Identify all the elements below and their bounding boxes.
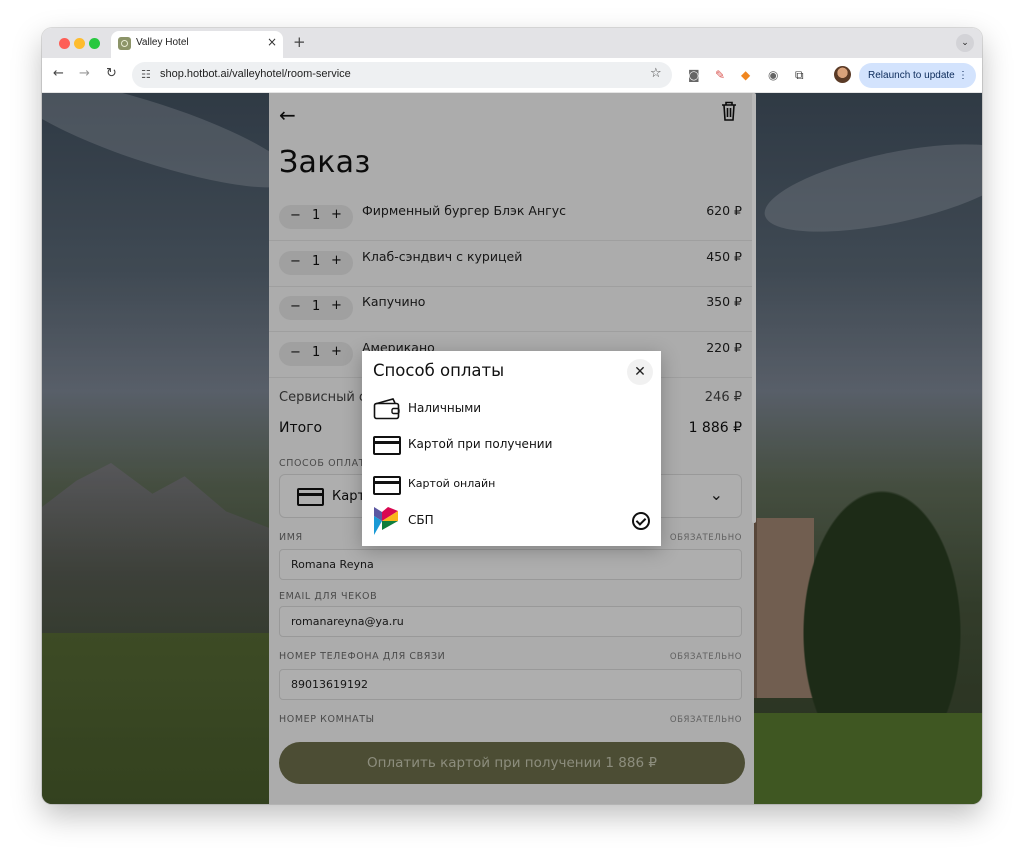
new-tab-button[interactable]: + (293, 33, 306, 51)
hotel-favicon-icon (118, 37, 131, 50)
tab-close-icon[interactable]: × (267, 35, 277, 49)
bookmark-star-icon[interactable]: ☆ (650, 66, 662, 81)
credit-card-icon (373, 436, 401, 455)
minimize-window-button[interactable] (74, 38, 85, 49)
forward-arrow-icon[interactable]: → (79, 66, 90, 81)
tab-strip: Valley Hotel × + ⌄ (42, 28, 982, 58)
option-label: Наличными (408, 401, 482, 415)
extension-icon[interactable]: ◆ (741, 68, 750, 82)
relaunch-to-update-button[interactable]: Relaunch to update ⋮ (859, 63, 976, 88)
reload-icon[interactable]: ↻ (106, 66, 117, 81)
payment-method-dialog: Способ оплаты ✕ Наличными Картой при пол… (362, 351, 661, 546)
payment-option-cash[interactable]: Наличными (362, 392, 661, 426)
url-text[interactable]: shop.hotbot.ai/valleyhotel/room-service (160, 68, 351, 80)
site-info-icon[interactable]: ☷ (141, 68, 151, 81)
payment-option-sbp[interactable]: СБП (362, 504, 661, 538)
browser-toolbar: ← → ↻ ☷ shop.hotbot.ai/valleyhotel/room-… (42, 58, 982, 93)
wallet-icon (373, 398, 400, 420)
credit-card-icon (373, 476, 401, 495)
browser-window: Valley Hotel × + ⌄ ← → ↻ ☷ shop.hotbot.a… (42, 28, 982, 804)
dialog-title: Способ оплаты (373, 361, 505, 380)
more-menu-icon[interactable]: ⋮ (958, 63, 968, 88)
profile-avatar[interactable] (834, 66, 851, 83)
close-window-button[interactable] (59, 38, 70, 49)
camera-icon[interactable]: ◙ (688, 68, 700, 82)
close-icon[interactable]: ✕ (627, 359, 653, 385)
address-bar[interactable]: ☷ shop.hotbot.ai/valleyhotel/room-servic… (132, 62, 672, 88)
selected-check-icon (632, 512, 650, 530)
maximize-window-button[interactable] (89, 38, 100, 49)
relaunch-label: Relaunch to update (868, 70, 955, 81)
puzzle-extensions-icon[interactable]: ⧉ (795, 68, 804, 83)
scrollbar[interactable] (752, 93, 756, 523)
sbp-logo-icon (374, 507, 398, 535)
tab-title: Valley Hotel (136, 37, 189, 48)
option-label: Картой при получении (408, 437, 553, 451)
tab-valley-hotel[interactable]: Valley Hotel × (111, 31, 283, 58)
back-arrow-icon[interactable]: ← (53, 66, 64, 81)
option-label: СБП (408, 513, 434, 527)
tab-search-button[interactable]: ⌄ (956, 34, 974, 52)
extension-globe-icon[interactable]: ◉ (768, 68, 778, 82)
option-label: Картой онлайн (408, 477, 496, 490)
page-viewport: ← Заказ − 1 + Фирменный бургер Блэк Ангу… (42, 93, 982, 804)
pen-extension-icon[interactable]: ✎ (715, 68, 725, 82)
payment-option-card-on-delivery[interactable]: Картой при получении (362, 428, 661, 462)
payment-option-card-online[interactable]: Картой онлайн (362, 468, 661, 502)
